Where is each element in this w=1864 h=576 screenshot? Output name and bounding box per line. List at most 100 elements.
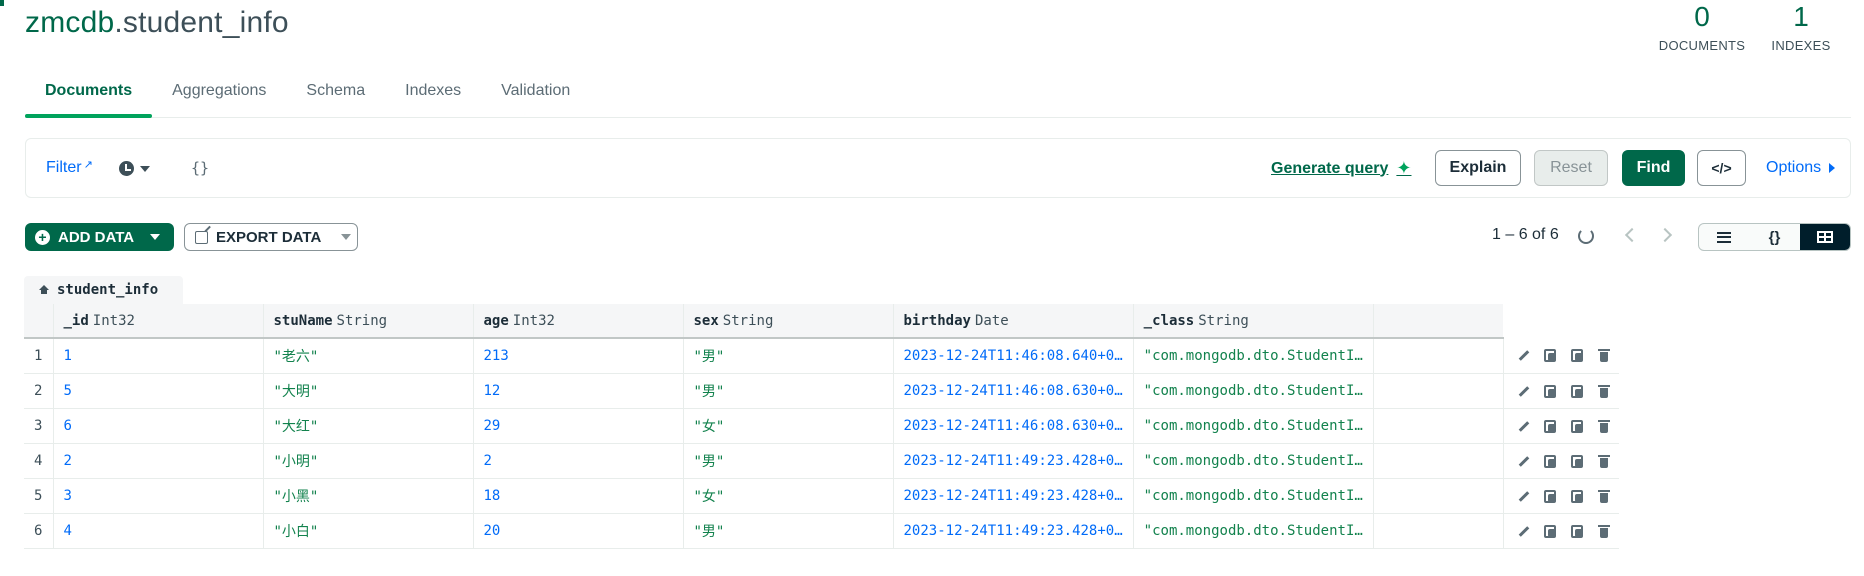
code-view-button[interactable]: </> <box>1697 150 1746 186</box>
column-header-birthday[interactable]: birthday Date <box>893 304 1134 339</box>
clone-icon[interactable] <box>1570 348 1584 363</box>
trash-icon[interactable] <box>1597 419 1611 433</box>
cell-age[interactable]: 213 <box>473 338 684 374</box>
cell-stuname[interactable]: "小明" <box>263 443 474 479</box>
add-data-button[interactable]: + ADD DATA <box>25 223 174 251</box>
cell-age[interactable]: 29 <box>473 408 684 444</box>
edit-icon[interactable] <box>1516 454 1530 468</box>
cell-sex[interactable]: "男" <box>683 443 894 479</box>
table-row[interactable]: 4 2 "小明" 2 "男" 2023-12-24T11:49:23.428+0… <box>24 443 1619 479</box>
cell-class[interactable]: "com.mongodb.dto.StudentI… <box>1133 443 1374 479</box>
clone-icon[interactable] <box>1570 419 1584 433</box>
cell-id[interactable]: 1 <box>53 338 264 374</box>
cell-stuname[interactable]: "老六" <box>263 338 474 374</box>
options-toggle[interactable]: Options <box>1766 159 1836 177</box>
cell-sex[interactable]: "女" <box>683 478 894 514</box>
table-row[interactable]: 3 6 "大红" 29 "女" 2023-12-24T11:46:08.630+… <box>24 408 1619 444</box>
column-header-sex[interactable]: sex String <box>683 304 894 339</box>
cell-birthday[interactable]: 2023-12-24T11:49:23.428+0… <box>893 513 1134 549</box>
cell-id[interactable]: 6 <box>53 408 264 444</box>
tab-indexes[interactable]: Indexes <box>385 76 481 117</box>
column-header-stuname[interactable]: stuName String <box>263 304 474 339</box>
cell-stuname[interactable]: "大明" <box>263 373 474 409</box>
trash-icon[interactable] <box>1597 524 1611 538</box>
json-view-button[interactable]: {} <box>1749 224 1799 250</box>
cell-sex[interactable]: "男" <box>683 513 894 549</box>
edit-icon[interactable] <box>1516 348 1530 362</box>
clone-icon[interactable] <box>1570 454 1584 468</box>
table-row[interactable]: 5 3 "小黑" 18 "女" 2023-12-24T11:49:23.428+… <box>24 478 1619 514</box>
copy-icon[interactable] <box>1543 348 1557 363</box>
table-row[interactable]: 2 5 "大明" 12 "男" 2023-12-24T11:46:08.630+… <box>24 373 1619 409</box>
find-button[interactable]: Find <box>1622 150 1685 186</box>
column-name: birthday <box>903 312 971 329</box>
copy-icon[interactable] <box>1543 489 1557 503</box>
export-data-button[interactable]: EXPORT DATA <box>184 223 358 251</box>
cell-sex[interactable]: "男" <box>683 338 894 374</box>
generate-query-link[interactable]: Generate query ✦ <box>1271 158 1411 179</box>
cell-birthday[interactable]: 2023-12-24T11:49:23.428+0… <box>893 443 1134 479</box>
cell-id[interactable]: 2 <box>53 443 264 479</box>
clone-icon[interactable] <box>1570 489 1584 503</box>
copy-icon[interactable] <box>1543 384 1557 398</box>
cell-age[interactable]: 12 <box>473 373 684 409</box>
query-history-button[interactable] <box>119 161 150 176</box>
cell-birthday[interactable]: 2023-12-24T11:46:08.630+0… <box>893 373 1134 409</box>
indexes-stat: 1 INDEXES <box>1766 0 1836 53</box>
column-header-age[interactable]: age Int32 <box>473 304 684 339</box>
refresh-icon[interactable] <box>1578 228 1594 244</box>
trash-icon[interactable] <box>1597 489 1611 503</box>
cell-id[interactable]: 4 <box>53 513 264 549</box>
clone-icon[interactable] <box>1570 524 1584 538</box>
cell-id[interactable]: 3 <box>53 478 264 514</box>
cell-age[interactable]: 20 <box>473 513 684 549</box>
reset-button[interactable]: Reset <box>1534 150 1608 186</box>
trash-icon[interactable] <box>1597 454 1611 468</box>
cell-class[interactable]: "com.mongodb.dto.StudentI… <box>1133 338 1374 374</box>
list-view-button[interactable] <box>1699 224 1749 250</box>
copy-icon[interactable] <box>1543 419 1557 433</box>
cell-class[interactable]: "com.mongodb.dto.StudentI… <box>1133 408 1374 444</box>
table-row[interactable]: 1 1 "老六" 213 "男" 2023-12-24T11:46:08.640… <box>24 338 1619 374</box>
cell-class[interactable]: "com.mongodb.dto.StudentI… <box>1133 513 1374 549</box>
cell-class[interactable]: "com.mongodb.dto.StudentI… <box>1133 373 1374 409</box>
row-number: 5 <box>24 478 54 514</box>
table-row[interactable]: 6 4 "小白" 20 "男" 2023-12-24T11:49:23.428+… <box>24 513 1619 549</box>
table-view-button[interactable] <box>1799 224 1850 250</box>
cell-birthday[interactable]: 2023-12-24T11:46:08.630+0… <box>893 408 1134 444</box>
trash-icon[interactable] <box>1597 384 1611 398</box>
filter-label: Filter <box>46 159 82 176</box>
cell-age[interactable]: 2 <box>473 443 684 479</box>
cell-sex[interactable]: "男" <box>683 373 894 409</box>
clone-icon[interactable] <box>1570 384 1584 398</box>
edit-icon[interactable] <box>1516 384 1530 398</box>
cell-stuname[interactable]: "小白" <box>263 513 474 549</box>
cell-stuname[interactable]: "小黑" <box>263 478 474 514</box>
tab-validation[interactable]: Validation <box>481 76 590 117</box>
edit-icon[interactable] <box>1516 489 1530 503</box>
cell-stuname[interactable]: "大红" <box>263 408 474 444</box>
table-breadcrumb[interactable]: student_info <box>24 276 183 304</box>
trash-icon[interactable] <box>1597 348 1611 363</box>
cell-birthday[interactable]: 2023-12-24T11:46:08.640+0… <box>893 338 1134 374</box>
cell-age[interactable]: 18 <box>473 478 684 514</box>
column-header-id[interactable]: _id Int32 <box>53 304 264 339</box>
previous-page-icon[interactable] <box>1624 227 1640 243</box>
filter-link[interactable]: Filter ↗ <box>46 159 93 177</box>
cell-id[interactable]: 5 <box>53 373 264 409</box>
column-header-class[interactable]: _class String <box>1133 304 1374 339</box>
filter-input[interactable]: {} <box>191 159 209 177</box>
cell-sex[interactable]: "女" <box>683 408 894 444</box>
tab-schema[interactable]: Schema <box>286 76 385 117</box>
edit-icon[interactable] <box>1516 524 1530 538</box>
next-page-icon[interactable] <box>1657 227 1673 243</box>
edit-icon[interactable] <box>1516 419 1530 433</box>
cell-class[interactable]: "com.mongodb.dto.StudentI… <box>1133 478 1374 514</box>
copy-icon[interactable] <box>1543 454 1557 468</box>
cell-birthday[interactable]: 2023-12-24T11:49:23.428+0… <box>893 478 1134 514</box>
tab-documents[interactable]: Documents <box>25 76 153 118</box>
tab-aggregations[interactable]: Aggregations <box>152 76 286 117</box>
row-actions <box>1502 478 1619 514</box>
copy-icon[interactable] <box>1543 524 1557 538</box>
explain-button[interactable]: Explain <box>1435 150 1521 186</box>
